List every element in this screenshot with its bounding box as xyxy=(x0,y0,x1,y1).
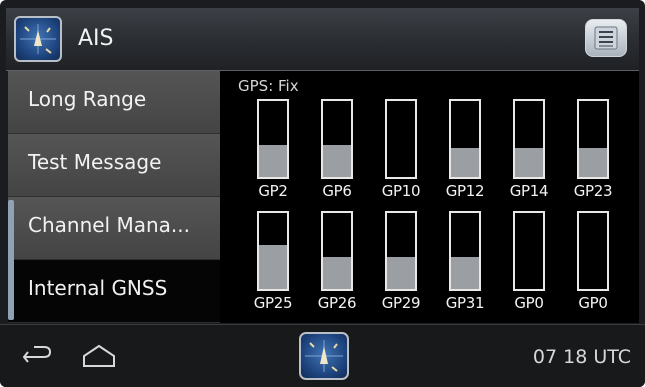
signal-bar-fill xyxy=(515,146,543,177)
satellite-signal: GP0 xyxy=(561,211,625,326)
satellite-signal: GP29 xyxy=(369,211,433,326)
sidebar-item-label: Channel Mana... xyxy=(28,213,190,237)
radar-icon[interactable] xyxy=(14,16,62,62)
satellite-signal: GP26 xyxy=(305,211,369,326)
signal-bar-frame xyxy=(449,99,481,179)
satellite-label: GP0 xyxy=(514,294,544,312)
signal-bar-fill xyxy=(259,143,287,177)
signal-bar-fill xyxy=(451,255,479,289)
signal-bar-frame xyxy=(321,211,353,291)
signal-bar-frame xyxy=(385,99,417,179)
sidebar-item-label: Test Message xyxy=(28,150,162,174)
signal-bar-frame xyxy=(321,99,353,179)
signal-bar-fill xyxy=(323,143,351,177)
signal-bar-fill xyxy=(451,146,479,177)
signal-bar-fill xyxy=(323,255,351,289)
signal-bar-frame xyxy=(513,211,545,291)
home-icon[interactable] xyxy=(80,342,118,372)
radar-icon[interactable] xyxy=(299,332,349,380)
satellite-signal: GP31 xyxy=(433,211,497,326)
bottom-bar: 07 18 UTC xyxy=(0,324,645,387)
gps-status: GPS: Fix xyxy=(238,77,299,95)
sidebar-item-label: Long Range xyxy=(28,87,147,111)
satellite-label: GP0 xyxy=(578,294,608,312)
signal-bar-frame xyxy=(257,99,289,179)
sidebar-item-channel-management[interactable]: Channel Mana... xyxy=(8,197,220,260)
satellite-label: GP6 xyxy=(322,182,352,200)
device-screen: AIS Long Range Test Message Channel Mana… xyxy=(0,0,645,387)
satellite-signal: GP0 xyxy=(497,211,561,326)
status-clock: 07 18 UTC xyxy=(532,346,631,368)
satellite-signal: GP2 xyxy=(241,99,305,214)
signal-bar-frame xyxy=(385,211,417,291)
satellite-signal: GP12 xyxy=(433,99,497,214)
sidebar: Long Range Test Message Channel Mana... … xyxy=(8,71,220,323)
satellite-label: GP14 xyxy=(509,182,549,200)
signal-bar-frame xyxy=(577,211,609,291)
signal-bar-frame xyxy=(577,99,609,179)
sidebar-item-internal-gnss[interactable]: Internal GNSS xyxy=(8,260,220,323)
gnss-panel: GPS: Fix GP2 GP6 GP10 GP12 GP14 GP23 GP25 GP26 G… xyxy=(220,71,639,323)
satellite-signal: GP25 xyxy=(241,211,305,326)
satellite-label: GP26 xyxy=(317,294,357,312)
sidebar-item-test-message[interactable]: Test Message xyxy=(8,134,220,197)
signal-bar-fill xyxy=(387,255,415,289)
title-bar: AIS xyxy=(6,8,639,71)
signal-bar-frame xyxy=(449,211,481,291)
signal-bar-frame xyxy=(513,99,545,179)
sidebar-scrollbar[interactable] xyxy=(8,200,14,320)
satellite-label: GP2 xyxy=(258,182,288,200)
sidebar-item-long-range[interactable]: Long Range xyxy=(8,71,220,134)
signal-bar-frame xyxy=(257,211,289,291)
satellite-label: GP25 xyxy=(253,294,293,312)
satellite-label: GP23 xyxy=(573,182,613,200)
satellite-label: GP29 xyxy=(381,294,421,312)
satellite-signal: GP6 xyxy=(305,99,369,214)
satellite-label: GP31 xyxy=(445,294,485,312)
list-menu-icon[interactable] xyxy=(585,19,627,57)
satellite-signal: GP23 xyxy=(561,99,625,214)
sidebar-item-label: Internal GNSS xyxy=(28,276,168,300)
satellite-label: GP12 xyxy=(445,182,485,200)
satellite-signal: GP14 xyxy=(497,99,561,214)
signal-bar-fill xyxy=(259,243,287,289)
signal-bar-fill xyxy=(579,146,607,177)
satellite-label: GP10 xyxy=(381,182,421,200)
satellite-signal: GP10 xyxy=(369,99,433,214)
app-title: AIS xyxy=(78,26,114,51)
back-arrow-icon[interactable] xyxy=(20,343,56,371)
